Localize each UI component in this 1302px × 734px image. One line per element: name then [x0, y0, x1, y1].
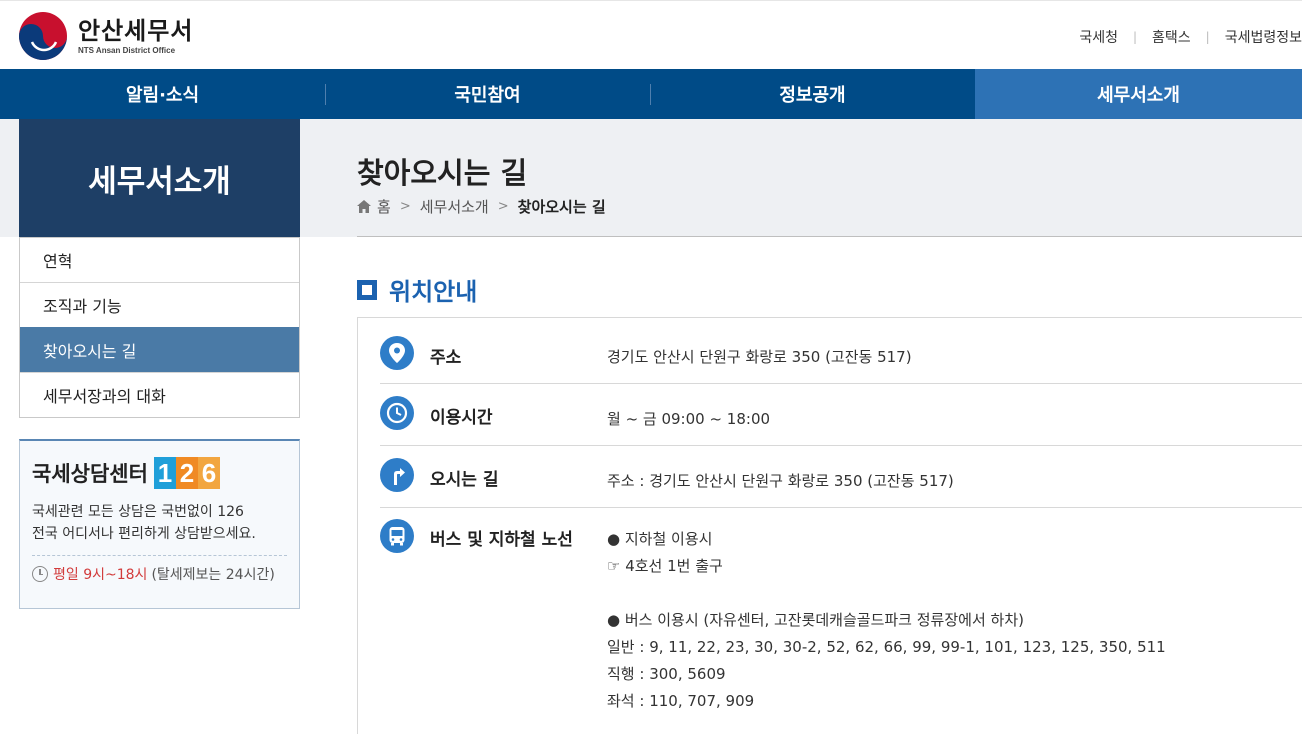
clock-icon [32, 566, 48, 582]
main-nav: 알림·소식 국민참여 정보공개 세무서소개 [0, 69, 1302, 119]
util-link-nts[interactable]: 국세청 [1079, 27, 1118, 47]
call-hours-note: (탈세제보는 24시간) [151, 567, 275, 583]
bus-general-routes: 일반 : 9, 11, 22, 23, 30, 30-2, 52, 62, 66… [607, 638, 1166, 656]
logo-subtitle: NTS Ansan District Office [78, 45, 176, 55]
sidebar-item-director-talk[interactable]: 세무서장과의 대화 [20, 372, 299, 417]
chevron-right-icon: > [399, 199, 411, 214]
call-digit: 6 [197, 457, 220, 489]
call-center-title: 국세상담센터 [32, 462, 148, 486]
sidebar-item-history[interactable]: 연혁 [20, 237, 299, 282]
call-desc-line: 국세관련 모든 상담은 국번없이 126 [32, 504, 244, 520]
site-logo[interactable]: 안산세무서 NTS Ansan District Office [18, 11, 193, 61]
util-divider: | [1132, 30, 1138, 44]
subway-heading: ● 지하철 이용시 [607, 530, 713, 548]
call-digit: 2 [175, 457, 198, 489]
util-link-hometax[interactable]: 홈택스 [1152, 27, 1191, 47]
call-desc-line: 전국 어디서나 편리하게 상담받으세요. [32, 526, 256, 542]
address-value: 경기도 안산시 단원구 화랑로 350 (고잔동 517) [607, 348, 912, 366]
chevron-right-icon: > [497, 199, 509, 214]
call-center-description: 국세관련 모든 상담은 국번없이 126 전국 어디서나 편리하게 상담받으세요… [32, 501, 287, 545]
breadcrumb-home[interactable]: 홈 [377, 196, 391, 217]
directions-label: 오시는 길 [430, 470, 499, 490]
sidebar-item-organization[interactable]: 조직과 기능 [20, 282, 299, 327]
util-link-law-info[interactable]: 국세법령정보 [1225, 27, 1302, 47]
hours-value: 월 ~ 금 09:00 ~ 18:00 [607, 410, 771, 428]
nav-item-news[interactable]: 알림·소식 [0, 69, 325, 119]
transit-details: ● 지하철 이용시 ☞ 4호선 1번 출구 ● 버스 이용시 (자유센터, 고잔… [607, 526, 1166, 715]
call-digit: 1 [153, 457, 176, 489]
logo-title: 안산세무서 [78, 16, 194, 45]
bus-icon [380, 519, 414, 553]
sidebar-title: 세무서소개 [19, 119, 300, 237]
hours-label: 이용시간 [430, 408, 493, 428]
nav-item-disclosure[interactable]: 정보공개 [650, 69, 975, 119]
site-header: 안산세무서 NTS Ansan District Office 국세청 | 홈택… [0, 0, 1302, 69]
info-row-address: 주소 경기도 안산시 단원구 화랑로 350 (고잔동 517) [380, 318, 1302, 384]
home-icon[interactable] [357, 200, 371, 213]
breadcrumb-current: 찾아오시는 길 [517, 198, 606, 216]
breadcrumb: 홈 > 세무서소개 > 찾아오시는 길 [357, 196, 606, 217]
clock-icon [380, 396, 414, 430]
divider [357, 236, 1302, 237]
sidebar-item-directions[interactable]: 찾아오시는 길 [20, 327, 299, 372]
section-square-icon [357, 279, 377, 300]
nav-item-about[interactable]: 세무서소개 [975, 69, 1302, 119]
util-divider: | [1205, 30, 1210, 44]
section-header: 위치안내 [357, 272, 477, 307]
nts-emblem-icon [18, 11, 68, 61]
utility-links: 국세청 | 홈택스 | 국세법령정보 [1079, 27, 1302, 47]
call-center-hours: 평일 9시~18시 (탈세제보는 24시간) [32, 555, 287, 584]
address-label: 주소 [430, 348, 462, 368]
directions-sign-icon [380, 458, 414, 492]
call-center-box[interactable]: 국세상담센터 1 2 6 국세관련 모든 상담은 국번없이 126 전국 어디서… [19, 439, 300, 609]
call-hours-weekday: 평일 9시~18시 [53, 567, 148, 583]
page-title: 찾아오시는 길 [357, 156, 528, 190]
section-title: 위치안내 [389, 278, 478, 306]
sidebar-menu: 연혁 조직과 기능 찾아오시는 길 세무서장과의 대화 [19, 237, 300, 418]
bus-heading: ● 버스 이용시 (자유센터, 고잔롯데캐슬골드파크 정류장에서 하차) [607, 611, 1024, 629]
info-row-hours: 이용시간 월 ~ 금 09:00 ~ 18:00 [380, 384, 1302, 446]
info-row-transit: 버스 및 지하철 노선 ● 지하철 이용시 ☞ 4호선 1번 출구 ● 버스 이… [380, 508, 1302, 734]
location-pin-icon [380, 336, 414, 370]
transit-label: 버스 및 지하철 노선 [430, 530, 573, 550]
call-center-number: 1 2 6 [153, 457, 220, 489]
subway-line: ☞ 4호선 1번 출구 [607, 557, 723, 575]
breadcrumb-about[interactable]: 세무서소개 [420, 196, 489, 217]
bus-express-routes: 직행 : 300, 5609 [607, 665, 726, 683]
info-row-directions: 오시는 길 주소 : 경기도 안산시 단원구 화랑로 350 (고잔동 517) [380, 446, 1302, 508]
nav-item-participation[interactable]: 국민참여 [325, 69, 650, 119]
directions-value: 주소 : 경기도 안산시 단원구 화랑로 350 (고잔동 517) [607, 472, 954, 490]
location-info-box: 주소 경기도 안산시 단원구 화랑로 350 (고잔동 517) 이용시간 월 … [357, 317, 1302, 734]
bus-seat-routes: 좌석 : 110, 707, 909 [607, 692, 755, 710]
